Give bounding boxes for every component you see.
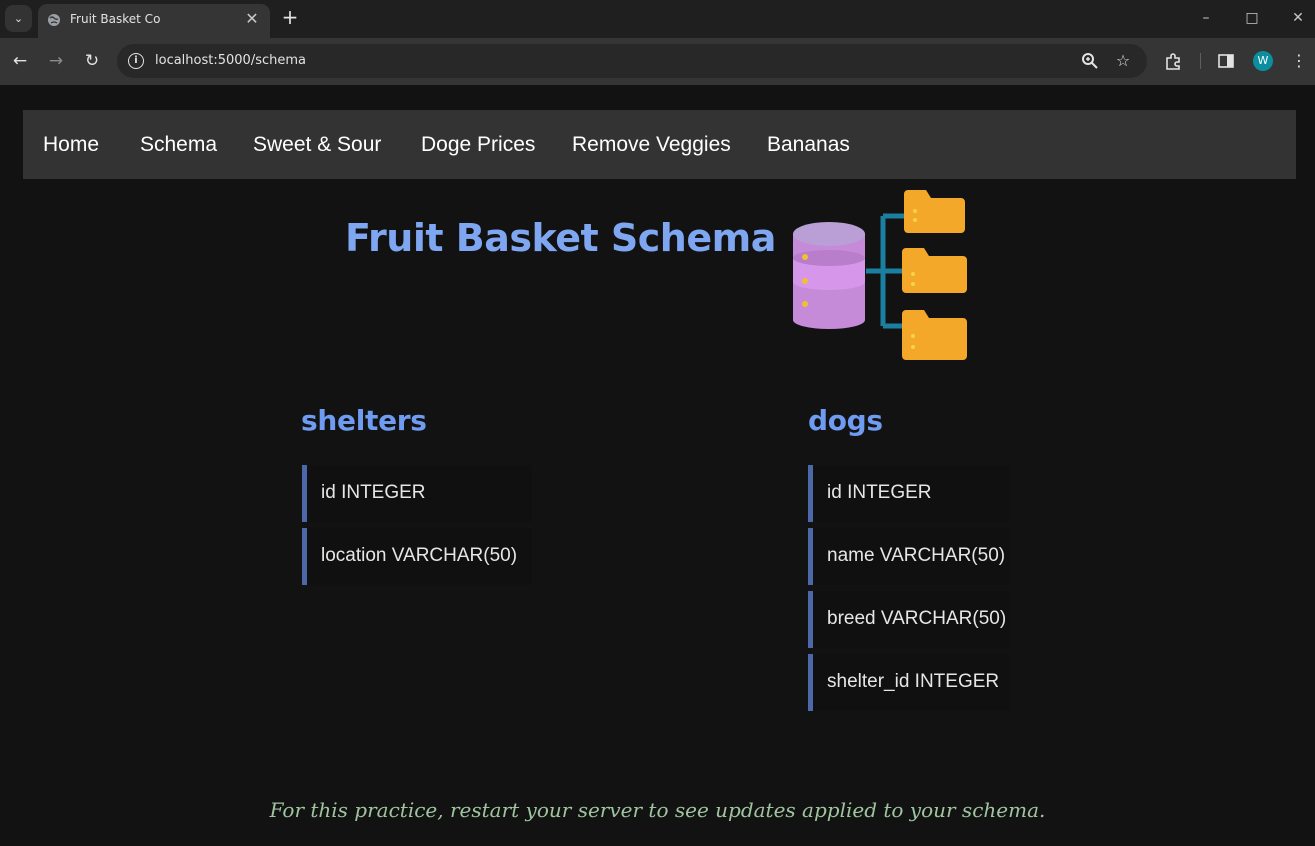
column-definition: id INTEGER — [321, 482, 426, 503]
side-panel-icon[interactable] — [1215, 50, 1237, 72]
list-item: shelter_id INTEGER — [808, 654, 1010, 711]
toolbar-separator — [1200, 53, 1201, 69]
nav-link-remove-veggies[interactable]: Remove Veggies — [572, 133, 731, 157]
list-item: id INTEGER — [302, 465, 532, 522]
footer-note: For this practice, restart your server t… — [269, 798, 1046, 822]
new-tab-plus-icon[interactable]: + — [280, 7, 300, 27]
minimize-icon[interactable]: – — [1196, 8, 1216, 28]
list-item: name VARCHAR(50) — [808, 528, 1010, 585]
nav-link-schema[interactable]: Schema — [140, 133, 217, 157]
globe-icon — [48, 14, 60, 26]
column-definition: shelter_id INTEGER — [827, 671, 1000, 692]
dogs-columns: id INTEGER name VARCHAR(50) breed VARCHA… — [808, 465, 1010, 717]
site-navbar: Home Schema Sweet & Sour Doge Prices Rem… — [23, 110, 1296, 179]
tab-title: Fruit Basket Co — [70, 12, 161, 26]
bookmark-star-icon[interactable]: ☆ — [1113, 51, 1133, 71]
column-definition: name VARCHAR(50) — [827, 545, 1006, 566]
page-title: Fruit Basket Schema — [345, 216, 776, 260]
address-bar[interactable]: i localhost:5000/schema ☆ — [117, 44, 1147, 78]
list-item: location VARCHAR(50) — [302, 528, 532, 585]
browser-toolbar: ← → ↻ i localhost:5000/schema ☆ W ⋮ — [0, 38, 1315, 85]
shelters-columns: id INTEGER location VARCHAR(50) — [302, 465, 532, 591]
list-item: breed VARCHAR(50) — [808, 591, 1010, 648]
table-heading-dogs: dogs — [808, 404, 883, 437]
forward-arrow-icon[interactable]: → — [45, 50, 67, 72]
list-item: id INTEGER — [808, 465, 1010, 522]
tab-search-chevron-icon[interactable]: ⌄ — [5, 5, 32, 32]
nav-link-home[interactable]: Home — [43, 133, 99, 157]
extensions-puzzle-icon[interactable] — [1162, 50, 1184, 72]
nav-link-bananas[interactable]: Bananas — [767, 133, 850, 157]
column-definition: location VARCHAR(50) — [321, 545, 518, 566]
nav-link-doge-prices[interactable]: Doge Prices — [421, 133, 535, 157]
maximize-icon[interactable]: □ — [1242, 8, 1262, 28]
zoom-icon[interactable] — [1080, 51, 1100, 71]
back-arrow-icon[interactable]: ← — [9, 50, 31, 72]
browser-tabstrip: ⌄ Fruit Basket Co ✕ + – □ ✕ — [0, 0, 1315, 38]
database-schema-illustration — [793, 190, 967, 360]
address-url[interactable]: localhost:5000/schema — [155, 53, 306, 68]
nav-link-sweet-sour[interactable]: Sweet & Sour — [253, 133, 381, 157]
window-close-icon[interactable]: ✕ — [1288, 8, 1308, 28]
column-definition: breed VARCHAR(50) — [827, 608, 1007, 629]
reload-icon[interactable]: ↻ — [81, 50, 103, 72]
column-definition: id INTEGER — [827, 482, 932, 503]
tab-close-icon[interactable]: ✕ — [244, 11, 260, 27]
profile-avatar[interactable]: W — [1253, 51, 1273, 71]
site-info-icon[interactable]: i — [128, 53, 144, 69]
more-menu-icon[interactable]: ⋮ — [1288, 50, 1310, 72]
table-heading-shelters: shelters — [301, 404, 427, 437]
browser-tab[interactable]: Fruit Basket Co ✕ — [38, 4, 270, 38]
